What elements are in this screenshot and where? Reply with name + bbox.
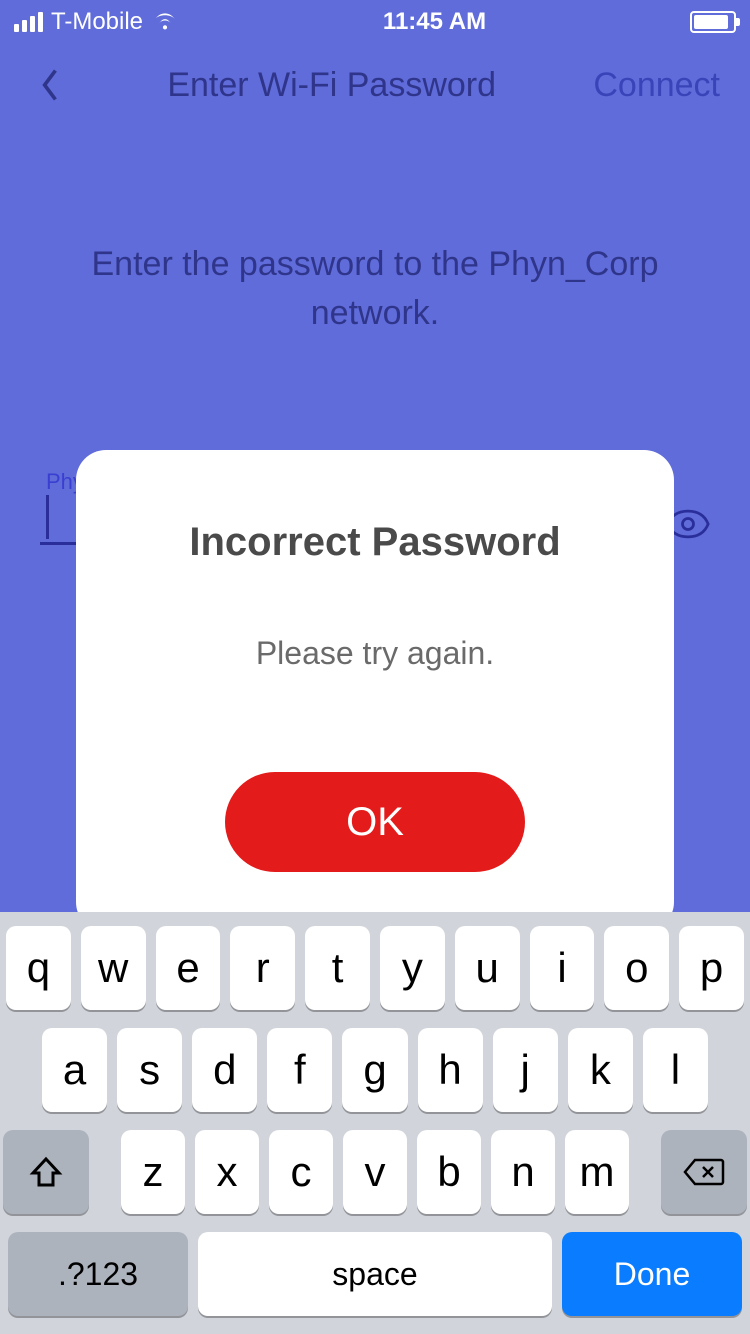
key-i[interactable]: i (530, 926, 595, 1010)
screen: T-Mobile 11:45 AM Enter Wi-Fi Password C… (0, 0, 750, 1334)
key-j[interactable]: j (493, 1028, 558, 1112)
key-q[interactable]: q (6, 926, 71, 1010)
keyboard-row-3: zxcvbnm (6, 1130, 744, 1214)
key-h[interactable]: h (418, 1028, 483, 1112)
key-c[interactable]: c (269, 1130, 333, 1214)
keyboard-bottom-row: .?123 space Done (6, 1232, 744, 1316)
keyboard: qwertyuiop asdfghjkl zxcvbnm .?123 space… (0, 912, 750, 1334)
backspace-key[interactable] (661, 1130, 747, 1214)
key-f[interactable]: f (267, 1028, 332, 1112)
done-key[interactable]: Done (562, 1232, 742, 1316)
key-b[interactable]: b (417, 1130, 481, 1214)
modal-overlay: Incorrect Password Please try again. OK (0, 0, 750, 912)
symbols-key[interactable]: .?123 (8, 1232, 188, 1316)
key-v[interactable]: v (343, 1130, 407, 1214)
key-g[interactable]: g (342, 1028, 407, 1112)
keyboard-row-1: qwertyuiop (6, 926, 744, 1010)
error-modal: Incorrect Password Please try again. OK (76, 450, 674, 932)
key-w[interactable]: w (81, 926, 146, 1010)
key-o[interactable]: o (604, 926, 669, 1010)
ok-button[interactable]: OK (225, 772, 525, 872)
key-z[interactable]: z (121, 1130, 185, 1214)
key-e[interactable]: e (156, 926, 221, 1010)
modal-title: Incorrect Password (116, 520, 634, 565)
key-s[interactable]: s (117, 1028, 182, 1112)
shift-key[interactable] (3, 1130, 89, 1214)
key-u[interactable]: u (455, 926, 520, 1010)
key-r[interactable]: r (230, 926, 295, 1010)
key-y[interactable]: y (380, 926, 445, 1010)
key-p[interactable]: p (679, 926, 744, 1010)
key-k[interactable]: k (568, 1028, 633, 1112)
modal-message: Please try again. (116, 635, 634, 672)
key-m[interactable]: m (565, 1130, 629, 1214)
key-l[interactable]: l (643, 1028, 708, 1112)
key-t[interactable]: t (305, 926, 370, 1010)
key-n[interactable]: n (491, 1130, 555, 1214)
space-key[interactable]: space (198, 1232, 552, 1316)
key-a[interactable]: a (42, 1028, 107, 1112)
key-d[interactable]: d (192, 1028, 257, 1112)
key-x[interactable]: x (195, 1130, 259, 1214)
keyboard-row-2: asdfghjkl (6, 1028, 744, 1112)
